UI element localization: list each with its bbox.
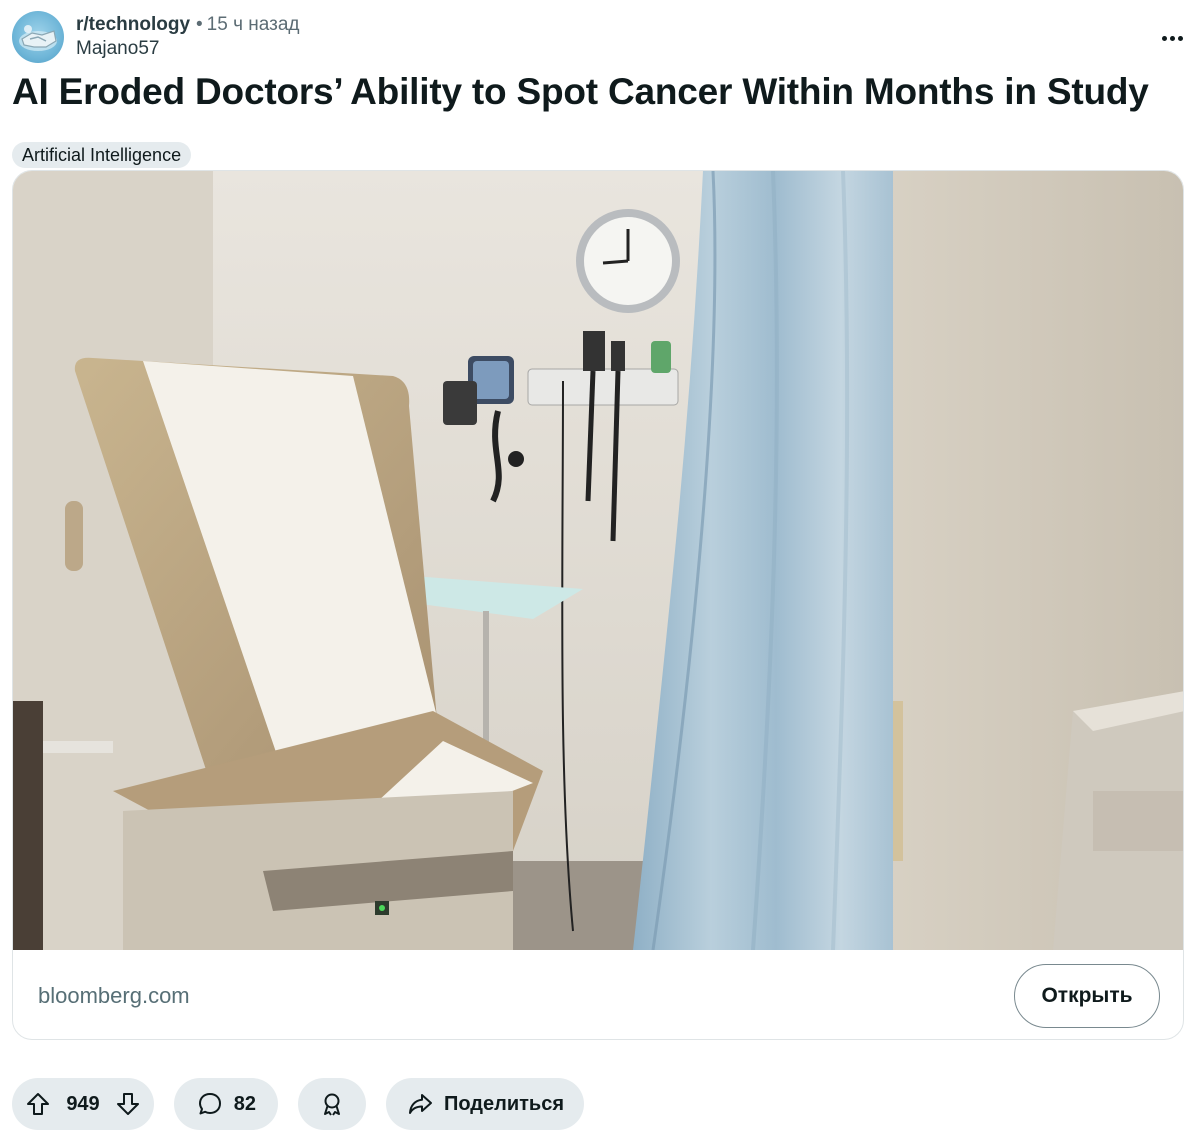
post-title[interactable]: AI Eroded Doctors’ Ability to Spot Cance…	[12, 70, 1188, 114]
post-actions-bar: 949 82 Поделиться	[12, 1078, 1188, 1130]
post-flair[interactable]: Artificial Intelligence	[12, 142, 192, 168]
more-options-dot	[1177, 35, 1183, 41]
award-ribbon-icon	[318, 1090, 346, 1118]
more-options-button[interactable]	[1156, 26, 1188, 50]
more-options-dot	[1169, 35, 1175, 41]
vote-score: 949	[66, 1092, 100, 1115]
open-link-button[interactable]: Открыть	[1014, 964, 1160, 1028]
subreddit-link[interactable]: r/technology	[76, 14, 190, 35]
upvote-arrow-icon[interactable]	[24, 1090, 52, 1118]
link-bar: bloomberg.com Открыть	[13, 950, 1183, 1039]
more-options-icon	[1161, 35, 1167, 41]
vote-pill: 949	[12, 1078, 154, 1130]
subreddit-avatar[interactable]	[12, 11, 64, 63]
comments-button[interactable]: 82	[174, 1078, 278, 1130]
meta-separator: •	[196, 14, 203, 35]
link-thumbnail-image[interactable]	[13, 171, 1183, 950]
comment-count: 82	[233, 1092, 256, 1115]
link-preview-card[interactable]: bloomberg.com Открыть	[12, 170, 1184, 1040]
post-time: 15 ч назад	[206, 14, 300, 35]
comment-bubble-icon	[196, 1090, 224, 1118]
award-button[interactable]	[298, 1078, 366, 1130]
downvote-arrow-icon[interactable]	[114, 1090, 142, 1118]
share-arrow-icon	[406, 1090, 434, 1118]
post-author[interactable]: Majano57	[76, 38, 159, 60]
post-meta-line: r/technology • 15 ч назад	[76, 14, 299, 36]
share-label: Поделиться	[443, 1092, 564, 1115]
share-button[interactable]: Поделиться	[386, 1078, 584, 1130]
post-header: r/technology • 15 ч назад Majano57	[12, 10, 1188, 63]
link-domain[interactable]: bloomberg.com	[38, 983, 190, 1009]
